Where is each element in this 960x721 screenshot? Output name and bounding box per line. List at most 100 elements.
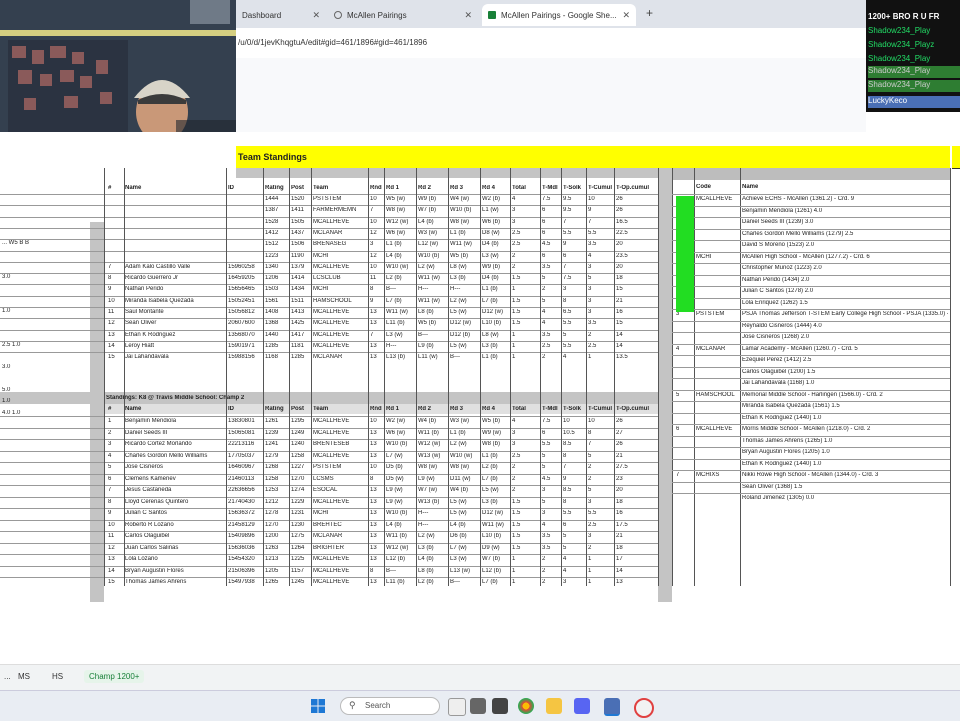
app-icon[interactable] (634, 698, 654, 718)
table-cell[interactable]: 8 (108, 275, 124, 281)
table-cell[interactable]: 26 (616, 196, 656, 202)
table-cell[interactable]: L3 (w) (386, 332, 417, 338)
table-cell[interactable]: 9 (563, 241, 587, 247)
table-cell[interactable]: 2.5 (512, 230, 541, 236)
table-cell[interactable]: 12 (370, 230, 385, 236)
table-cell[interactable]: B--- (418, 332, 449, 338)
table-cell[interactable]: 20 (616, 241, 656, 247)
table-cell[interactable]: 15656465 (228, 286, 264, 292)
table-cell[interactable]: FARMERMEMN (313, 207, 369, 213)
table-cell[interactable]: 20607600 (228, 320, 264, 326)
table-cell[interactable]: Roberto R Lozano (125, 522, 225, 528)
table-cell[interactable]: 6 (563, 253, 587, 259)
table-cell[interactable]: 2 (512, 487, 541, 493)
table-cell[interactable]: 13 (616, 579, 656, 585)
table-cell[interactable]: 3 (512, 219, 541, 225)
team-roster-entry[interactable]: McAllen High School - McAllen (1277.2) -… (742, 254, 948, 260)
table-cell[interactable]: 7 (563, 219, 587, 225)
table-cell[interactable]: L3 (b) (418, 545, 449, 551)
table-cell[interactable]: MCHI (313, 286, 369, 292)
table-cell[interactable]: 1285 (291, 354, 312, 360)
table-cell[interactable]: 21460113 (228, 476, 264, 482)
table-cell[interactable]: HAMSCHOOL (313, 298, 369, 304)
table-cell[interactable]: W9 (b) (418, 196, 449, 202)
table-cell[interactable]: 7 (563, 464, 587, 470)
table-cell[interactable]: 1240 (291, 441, 312, 447)
table-cell[interactable]: Saul Montante (125, 309, 225, 315)
table-cell[interactable]: L1 (b) (450, 430, 481, 436)
table-cell[interactable]: 1157 (291, 568, 312, 574)
partial-cell[interactable]: 1.0 (2, 308, 88, 314)
table-cell[interactable]: Charles Gordon Mello Williams (125, 453, 225, 459)
table-cell[interactable]: D4 (b) (482, 241, 511, 247)
table-cell[interactable]: 13568070 (228, 332, 264, 338)
table-cell[interactable]: 5.5 (563, 510, 587, 516)
table-cell[interactable]: 6 (542, 219, 562, 225)
table-cell[interactable]: W11 (w) (450, 241, 481, 247)
table-cell[interactable]: 1528 (265, 219, 290, 225)
table-cell[interactable]: MCALLHEVE (313, 579, 369, 585)
table-cell[interactable]: 7 (588, 219, 615, 225)
team-roster-entry[interactable]: Ezequiel Perez (1412) 2.5 (742, 357, 948, 363)
table-cell[interactable]: W5 (b) (418, 320, 449, 326)
table-cell[interactable]: W8 (b) (482, 441, 511, 447)
table-cell[interactable]: 1212 (265, 499, 290, 505)
table-cell[interactable]: 1 (512, 343, 541, 349)
table-cell[interactable]: 21506396 (228, 568, 264, 574)
table-cell[interactable]: 1206 (265, 275, 290, 281)
table-cell[interactable]: 15454320 (228, 556, 264, 562)
team-roster-entry[interactable]: Christopher Munoz (1223) 2.0 (742, 265, 948, 271)
table-cell[interactable]: B--- (386, 568, 417, 574)
table-cell[interactable]: MCALLHEVE (313, 430, 369, 436)
table-cell[interactable]: 5 (108, 464, 124, 470)
table-cell[interactable]: 5.5 (588, 510, 615, 516)
table-cell[interactable]: 15636036 (228, 545, 264, 551)
table-cell[interactable]: L3 (b) (482, 499, 511, 505)
table-cell[interactable]: L7 (b) (482, 579, 511, 585)
table-cell[interactable]: 2 (588, 464, 615, 470)
table-cell[interactable]: 7 (563, 264, 587, 270)
table-cell[interactable]: 1 (512, 286, 541, 292)
table-cell[interactable]: 1181 (291, 343, 312, 349)
table-cell[interactable]: Clemens Kamenev (125, 476, 225, 482)
table-cell[interactable]: 1.5 (512, 533, 541, 539)
table-cell[interactable]: 16460967 (228, 464, 264, 470)
table-cell[interactable]: L3 (b) (450, 275, 481, 281)
table-cell[interactable]: W11 (w) (482, 522, 511, 528)
table-cell[interactable]: 3.5 (588, 320, 615, 326)
table-cell[interactable]: Ricardo Guerrero Jr (125, 275, 225, 281)
table-cell[interactable]: 15497938 (228, 579, 264, 585)
table-cell[interactable]: L2 (w) (418, 264, 449, 270)
table-cell[interactable]: 9.5 (563, 207, 587, 213)
table-cell[interactable]: W10 (b) (418, 253, 449, 259)
table-cell[interactable]: 4 (512, 418, 541, 424)
table-cell[interactable]: 1512 (265, 241, 290, 247)
table-cell[interactable]: Jose Cisneros (125, 464, 225, 470)
team-roster-entry[interactable]: Jai Lahandavala (1168) 1.0 (742, 380, 948, 386)
table-cell[interactable]: L2 (w) (450, 441, 481, 447)
table-cell[interactable]: L1 (b) (482, 286, 511, 292)
app-icon[interactable] (492, 698, 508, 714)
table-cell[interactable]: 1253 (265, 487, 290, 493)
table-cell[interactable]: 13 (108, 332, 124, 338)
table-cell[interactable]: L12 (b) (482, 568, 511, 574)
table-cell[interactable]: W7 (w) (418, 487, 449, 493)
table-cell[interactable]: D11 (w) (450, 476, 481, 482)
table-cell[interactable]: 1 (512, 568, 541, 574)
table-cell[interactable]: 18 (616, 499, 656, 505)
team-roster-entry[interactable]: Thomas James Ahrens (1265) 1.0 (742, 438, 948, 444)
table-cell[interactable]: W12 (w) (418, 441, 449, 447)
table-cell[interactable]: Leroy Hiatt (125, 343, 225, 349)
team-roster-entry[interactable]: Achieve ECHS - McAllen (1361.2) - Crd. 9 (742, 196, 948, 202)
table-cell[interactable]: 10 (108, 522, 124, 528)
table-cell[interactable]: W5 (w) (386, 196, 417, 202)
table-cell[interactable]: 13 (370, 510, 385, 516)
table-cell[interactable]: 16.5 (616, 219, 656, 225)
table-cell[interactable]: MCALLHEVE (313, 568, 369, 574)
table-cell[interactable]: H--- (418, 522, 449, 528)
table-cell[interactable]: 2 (542, 286, 562, 292)
table-cell[interactable]: 4 (108, 453, 124, 459)
team-roster-entry[interactable]: Ethan K Rodriguez (1440) 1.0 (742, 415, 948, 421)
table-cell[interactable]: 1230 (291, 522, 312, 528)
table-cell[interactable]: 8 (108, 499, 124, 505)
